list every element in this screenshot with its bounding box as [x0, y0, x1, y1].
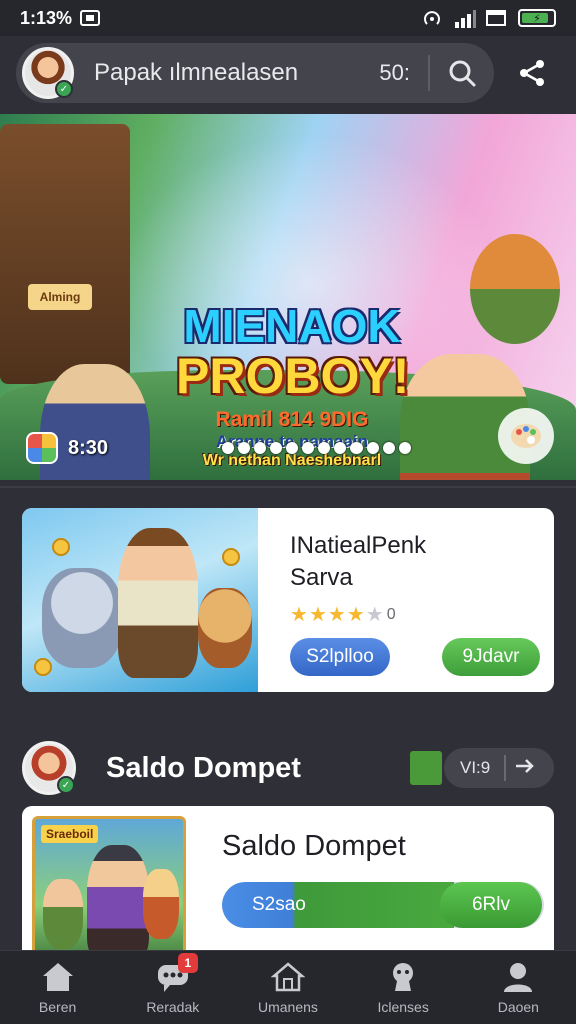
carousel-dot[interactable] [318, 442, 330, 454]
character-icon [386, 961, 420, 993]
nav-label: Iclenses [377, 998, 429, 1015]
window-icon [486, 10, 506, 26]
signal-icon [454, 10, 476, 28]
status-time: 1:13% [20, 7, 73, 28]
star-icon: ★ [365, 604, 384, 626]
nav-item-profile[interactable]: Daoen [463, 961, 573, 1015]
rating-stars: ★ ★ ★ ★ ★ 0 [290, 602, 396, 627]
banner-subtitle-3: Wr nethan Naeshebnarl [202, 452, 382, 469]
primary-button[interactable]: S2lplloo [290, 638, 390, 676]
separator [0, 486, 576, 488]
search-icon[interactable] [444, 55, 480, 91]
wallet-title: Saldo Dompet [222, 830, 406, 862]
thumbnail-hero [118, 528, 198, 678]
nav-item-chat[interactable]: 1 Reradak [118, 952, 228, 1015]
share-icon[interactable] [512, 53, 552, 93]
carousel-dot[interactable] [222, 442, 234, 454]
nav-label: Beren [38, 998, 77, 1015]
house-outline-icon [270, 961, 305, 993]
banner-time: 8:30 [68, 436, 109, 459]
carousel-dot[interactable] [270, 442, 282, 454]
screenshot-icon [80, 10, 101, 26]
carousel-dot[interactable] [399, 442, 411, 454]
nav-item-home[interactable]: Beren [3, 961, 113, 1015]
nav-label: Umanens [258, 998, 318, 1015]
thumbnail-kid-right [143, 869, 179, 939]
profile-icon [501, 961, 535, 993]
app-icon [26, 432, 58, 464]
game-card[interactable]: INatiealPenk Sarva ★ ★ ★ ★ ★ 0 S2lplloo 9Jdav… [22, 508, 554, 692]
status-left: 1:13% [20, 7, 101, 29]
banner-title-line1: MIENAOK [183, 300, 401, 352]
divider [504, 755, 507, 781]
game-title: INatiealPenk [290, 532, 427, 559]
carousel-dot[interactable] [286, 442, 298, 454]
nav-label: Reradak [146, 998, 200, 1015]
carousel-dot[interactable] [334, 442, 346, 454]
star-icon: ★ [327, 604, 346, 626]
section-header: ✓ Saldo Dompet VI:9 [22, 740, 554, 796]
search-bar[interactable]: ✓ Papak ılmnealasen 50: [16, 43, 494, 103]
carousel-dot[interactable] [302, 442, 314, 454]
promo-banner[interactable]: Alming MIENAOK PROBOY! Ramil 814 9DIG Ar… [0, 114, 576, 480]
star-icon: ★ [290, 604, 308, 626]
coin-icon [52, 538, 70, 556]
carousel-dots[interactable] [222, 442, 411, 454]
header: ✓ Papak ılmnealasen 50: [0, 36, 576, 110]
wallet-card[interactable]: Sraeboil Saldo Dompet S2sao 6Rlv [22, 806, 554, 966]
thumbnail-hero [87, 845, 149, 961]
thumbnail-bear [198, 588, 252, 668]
banner-subtitle-1: Ramil 814 9DIG [215, 408, 369, 431]
paint-palette-icon[interactable] [498, 408, 554, 464]
carousel-dot[interactable] [238, 442, 250, 454]
nav-label: Daoen [497, 998, 539, 1015]
thumbnail-kid-left [43, 879, 83, 949]
secondary-button[interactable]: 9Jdavr [442, 638, 540, 676]
balance-pill[interactable]: VI:9 [444, 748, 554, 788]
online-badge-icon: ✓ [57, 776, 75, 794]
game-subtitle: Sarva [290, 564, 353, 591]
hotspot-icon [422, 10, 442, 26]
balance-value: VI:9 [460, 758, 491, 777]
battery-icon: ⚡ [518, 9, 556, 27]
nav-item-characters[interactable]: Iclenses [348, 961, 458, 1015]
carousel-dot[interactable] [350, 442, 363, 454]
carousel-dot[interactable] [367, 442, 379, 454]
coin-icon [34, 658, 52, 676]
section-control[interactable]: VI:9 [410, 748, 554, 788]
star-icon: ★ [346, 604, 365, 626]
avatar[interactable]: ✓ [22, 47, 74, 99]
game-thumbnail[interactable] [22, 508, 258, 692]
banner-title-line2: PROBOY! [176, 348, 410, 404]
banner-timer: 8:30 [26, 432, 108, 464]
search-text[interactable]: Papak ılmnealasen [94, 59, 379, 87]
home-icon [41, 961, 75, 993]
status-right: ⚡ [422, 9, 556, 28]
online-badge-icon: ✓ [55, 80, 73, 98]
notification-badge: 1 [177, 952, 198, 973]
chat-icon: 1 [156, 952, 198, 993]
banner-creature [470, 234, 560, 344]
wallet-thumbnail[interactable]: Sraeboil [32, 816, 186, 966]
avatar[interactable]: ✓ [22, 741, 76, 795]
coin-icon [222, 548, 240, 566]
star-icon: ★ [308, 604, 327, 626]
status-bar: 1:13% ⚡ [0, 0, 576, 36]
banner-tower-art [0, 124, 130, 384]
nav-item-house[interactable]: Umanens [233, 961, 343, 1015]
status-square [410, 751, 442, 785]
search-count: 50: [379, 60, 410, 85]
arrow-right-icon[interactable] [514, 756, 536, 781]
tower-sign: Alming [28, 284, 92, 310]
section-title: Saldo Dompet [106, 751, 301, 784]
divider [428, 55, 430, 91]
wallet-action-button[interactable]: 6Rlv [440, 882, 542, 928]
progress-label: S2sao [252, 894, 306, 915]
carousel-dot[interactable] [254, 442, 266, 454]
thumbnail-tag: Sraeboil [41, 825, 99, 843]
rating-value: 0 [386, 605, 396, 623]
carousel-dot[interactable] [383, 442, 395, 454]
bottom-nav: Beren 1 Reradak Umanens Iclenses Daoen [0, 950, 576, 1024]
thumbnail-creature [42, 568, 122, 668]
